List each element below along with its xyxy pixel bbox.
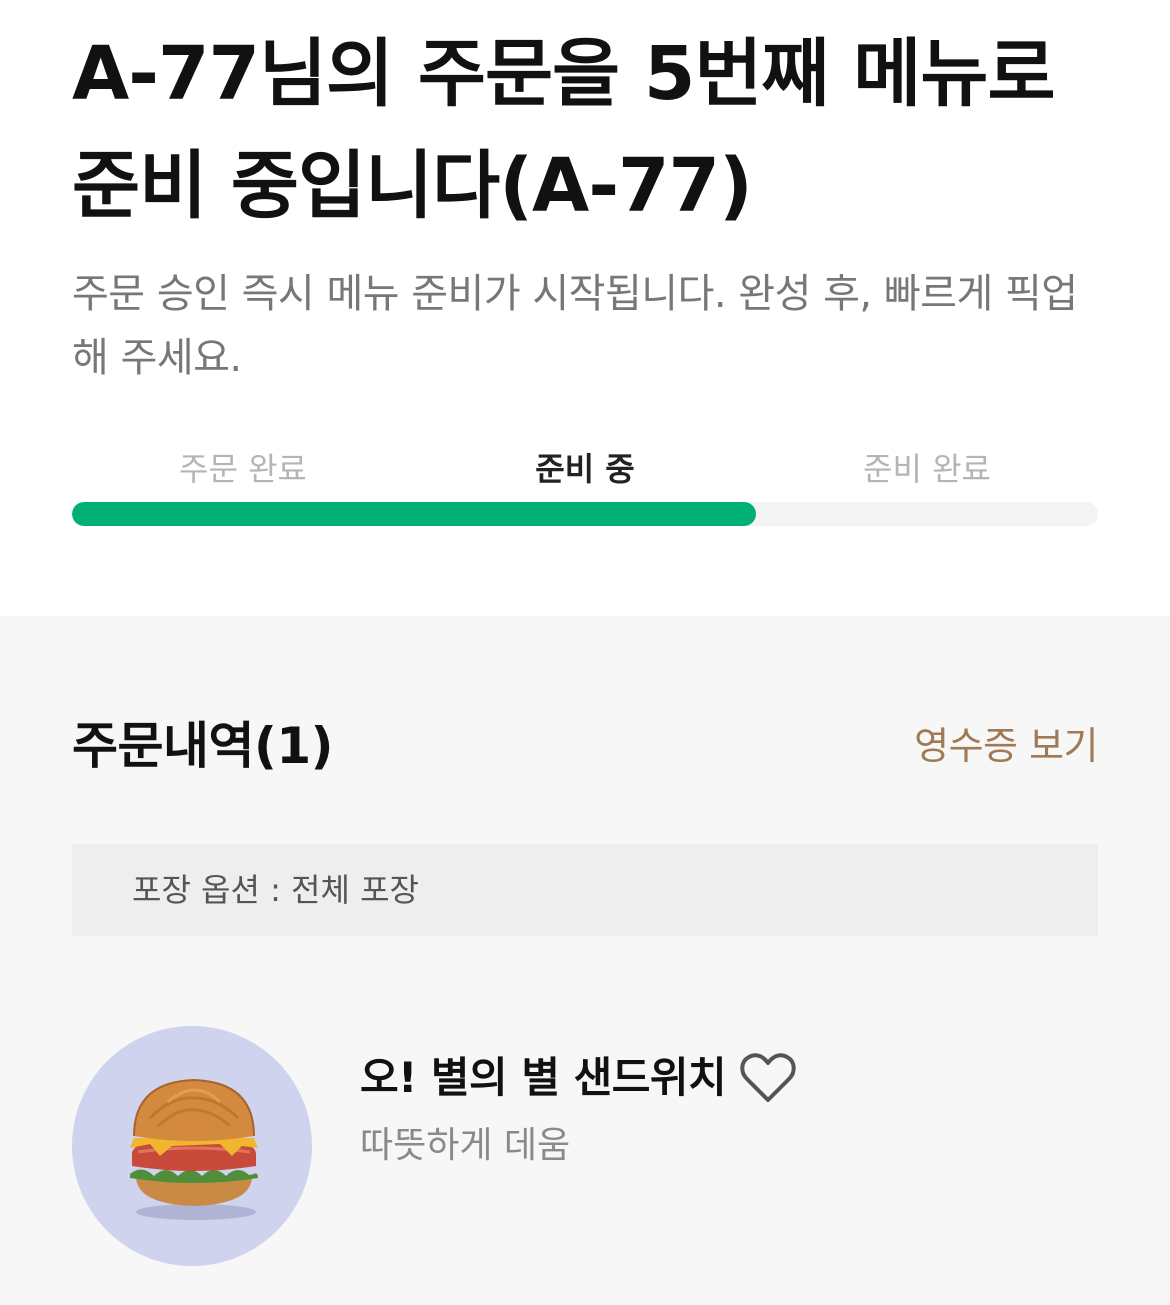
step-preparing: 준비 중 bbox=[535, 450, 635, 488]
packaging-option-box: 포장 옵션 : 전체 포장 bbox=[72, 844, 1098, 936]
menu-item-name: 오! 별의 별 샌드위치 bbox=[360, 1053, 727, 1102]
sandwich-illustration bbox=[130, 1078, 258, 1220]
order-status-description: 주문 승인 즉시 메뉴 준비가 시작됩니다. 완성 후, 빠르게 픽업해 주세요… bbox=[72, 271, 1078, 381]
progress-steps: 주문 완료 준비 중 준비 완료 bbox=[72, 444, 1098, 494]
step-ready: 준비 완료 bbox=[863, 450, 991, 488]
progress-bar bbox=[72, 502, 1098, 526]
order-status-section: A-77님의 주문을 5번째 메뉴로 준비 중입니다(A-77) 주문 승인 즉… bbox=[0, 0, 1170, 616]
order-details-section: 주문내역(1) 영수증 보기 포장 옵션 : 전체 포장 오! 별의 별 샌드위… bbox=[0, 616, 1170, 1305]
step-order-complete: 주문 완료 bbox=[179, 450, 307, 488]
order-status-headline: A-77님의 주문을 5번째 메뉴로 준비 중입니다(A-77) bbox=[72, 31, 1056, 229]
order-history-title: 주문내역(1) bbox=[72, 717, 334, 775]
menu-item-option: 따뜻하게 데움 bbox=[360, 1125, 571, 1166]
view-receipt-link[interactable]: 영수증 보기 bbox=[914, 718, 1098, 774]
heart-outline-icon[interactable] bbox=[738, 1048, 798, 1108]
sandwich-image bbox=[72, 1026, 312, 1266]
progress-bar-fill bbox=[72, 502, 757, 526]
packaging-option-text: 포장 옵션 : 전체 포장 bbox=[132, 871, 419, 909]
